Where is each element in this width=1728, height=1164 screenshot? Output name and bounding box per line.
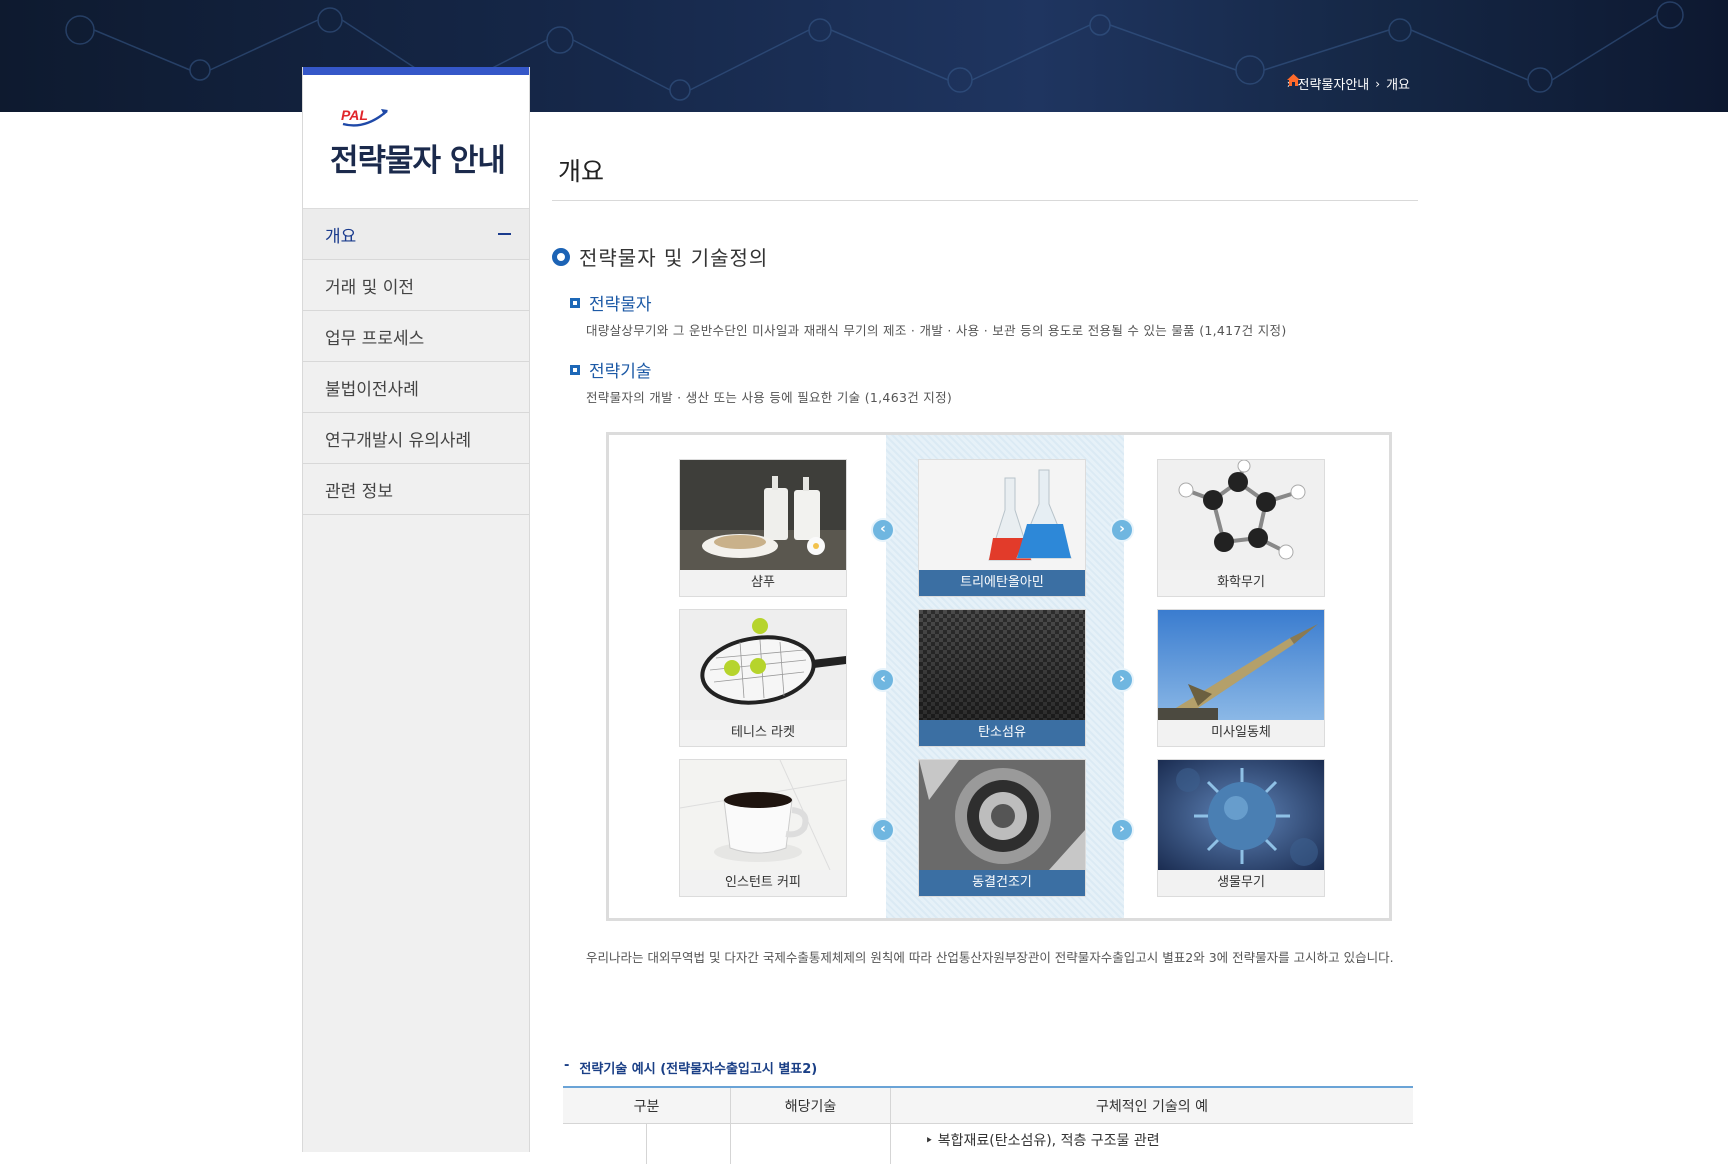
gallery-card-carbon-fiber[interactable]: 탄소섬유 [918, 609, 1086, 747]
card-caption: 생물무기 [1158, 870, 1324, 896]
table-cell [563, 1124, 647, 1164]
shampoo-image [680, 460, 846, 570]
dual-use-gallery: 샴푸 트리에탄올아민 화학무기 테니스 라켓 탄소섬유 미사일동체 인스턴트 커… [606, 432, 1392, 921]
flasks-image [919, 460, 1085, 570]
svg-text:PAL: PAL [341, 107, 368, 123]
gallery-card-instant-coffee[interactable]: 인스턴트 커피 [679, 759, 847, 897]
carbon-fiber-image [919, 610, 1085, 720]
square-bullet-icon [570, 297, 580, 308]
subheading-strategic-tech: 전략기술 [570, 357, 652, 382]
gallery-card-bio-weapons[interactable]: 생물무기 [1157, 759, 1325, 897]
notice-paragraph: 우리나라는 대외무역법 및 다자간 국제수출통제체제의 원칙에 따라 산업통산자… [586, 950, 1394, 965]
card-caption: 샴푸 [680, 570, 846, 596]
table-section-heading: - 전략기술 예시 (전략물자수출입고시 별표2) [564, 1058, 817, 1077]
card-caption: 인스턴트 커피 [680, 870, 846, 896]
tennis-racket-image [680, 610, 846, 720]
breadcrumb-current: 개요 [1386, 78, 1410, 93]
gallery-card-missile-body[interactable]: 미사일동체 [1157, 609, 1325, 747]
subheading-title: 전략기술 [589, 362, 652, 382]
missile-image [1158, 610, 1324, 720]
sidebar: PAL 전략물자 안내 개요 거래 및 이전 업무 프로세스 불법이전사례 연구… [302, 67, 530, 1152]
table-cell [731, 1124, 891, 1164]
banner-molecule-pattern [65, 1, 1684, 101]
strategic-goods-desc: 대량살상무기와 그 운반수단인 미사일과 재래식 무기의 제조 · 개발 · 사… [586, 323, 1287, 338]
pal-logo: PAL [341, 107, 388, 127]
circle-bullet-icon [552, 247, 570, 266]
chevron-right-icon: › [1375, 76, 1381, 91]
table-header-examples: 구체적인 기술의 예 [1096, 1098, 1208, 1115]
breadcrumb: › 전략물자안내 › 개요 [1286, 74, 1410, 93]
table-cell [647, 1124, 731, 1164]
sidebar-title: 전략물자 안내 [330, 143, 506, 179]
freeze-dryer-image [919, 760, 1085, 870]
square-bullet-icon [570, 364, 580, 375]
chevron-right-icon[interactable]: › [1110, 518, 1134, 542]
card-caption: 미사일동체 [1158, 720, 1324, 746]
sidebar-item-related-info[interactable]: 관련 정보 [303, 464, 529, 515]
section-heading: 전략물자 및 기술정의 [552, 242, 768, 271]
home-icon[interactable] [1286, 74, 1300, 86]
coffee-cup-image [680, 760, 846, 870]
strategic-tech-desc: 전략물자의 개발 · 생산 또는 사용 등에 필요한 기술 (1,463건 지정… [586, 390, 953, 405]
virus-image [1158, 760, 1324, 870]
sidebar-menu: 개요 거래 및 이전 업무 프로세스 불법이전사례 연구개발시 유의사례 관련 … [303, 208, 529, 515]
card-caption: 테니스 라켓 [680, 720, 846, 746]
dash-bullet: - [564, 1058, 570, 1073]
chevron-left-icon[interactable]: ‹ [871, 818, 895, 842]
sidebar-item-process[interactable]: 업무 프로세스 [303, 311, 529, 362]
sidebar-item-label: 불법이전사례 [325, 379, 419, 400]
gallery-card-chemical-weapons[interactable]: 화학무기 [1157, 459, 1325, 597]
table-header-row: 구분 해당기술 구체적인 기술의 예 [563, 1088, 1413, 1124]
card-caption: 탄소섬유 [919, 720, 1085, 746]
chevron-left-icon[interactable]: ‹ [871, 518, 895, 542]
sidebar-item-label: 개요 [325, 226, 357, 247]
table-section-title: 전략기술 예시 (전략물자수출입고시 별표2) [579, 1062, 818, 1077]
subheading-title: 전략물자 [589, 295, 652, 315]
sidebar-header: PAL 전략물자 안내 [303, 67, 529, 208]
chevron-right-icon[interactable]: › [1110, 818, 1134, 842]
strategic-tech-table: 구분 해당기술 구체적인 기술의 예 ‣ 복합재료(탄소섬유), 적층 구조물 … [563, 1086, 1413, 1164]
sidebar-item-rnd-cases[interactable]: 연구개발시 유의사례 [303, 413, 529, 464]
gallery-card-tennis-racket[interactable]: 테니스 라켓 [679, 609, 847, 747]
sidebar-item-trade[interactable]: 거래 및 이전 [303, 260, 529, 311]
breadcrumb-section[interactable]: 전략물자안내 [1298, 74, 1370, 93]
table-row: ‣ 복합재료(탄소섬유), 적층 구조물 관련 [563, 1124, 1413, 1164]
title-divider [552, 200, 1418, 201]
sidebar-item-label: 연구개발시 유의사례 [325, 430, 472, 451]
card-caption: 화학무기 [1158, 570, 1324, 596]
page-title: 개요 [558, 157, 605, 186]
table-cell-example: ‣ 복합재료(탄소섬유), 적층 구조물 관련 [925, 1133, 1160, 1149]
card-caption: 동결건조기 [919, 870, 1085, 896]
sidebar-item-label: 관련 정보 [325, 481, 393, 502]
gallery-card-shampoo[interactable]: 샴푸 [679, 459, 847, 597]
sidebar-item-overview[interactable]: 개요 [303, 209, 529, 260]
subheading-strategic-goods: 전략물자 [570, 290, 652, 315]
table-header-tech: 해당기술 [731, 1088, 891, 1123]
top-banner: › 전략물자안내 › 개요 [0, 0, 1728, 112]
gallery-card-triethanolamine[interactable]: 트리에탄올아민 [918, 459, 1086, 597]
gallery-card-freeze-dryer[interactable]: 동결건조기 [918, 759, 1086, 897]
molecule-image [1158, 460, 1324, 570]
section-title: 전략물자 및 기술정의 [579, 246, 769, 270]
chevron-right-icon[interactable]: › [1110, 668, 1134, 692]
sidebar-item-illegal-cases[interactable]: 불법이전사례 [303, 362, 529, 413]
collapse-icon[interactable] [498, 233, 511, 235]
chevron-left-icon[interactable]: ‹ [871, 668, 895, 692]
card-caption: 트리에탄올아민 [919, 570, 1085, 596]
sidebar-item-label: 업무 프로세스 [325, 328, 425, 349]
sidebar-item-label: 거래 및 이전 [325, 277, 415, 298]
table-header-category: 구분 [563, 1088, 731, 1123]
